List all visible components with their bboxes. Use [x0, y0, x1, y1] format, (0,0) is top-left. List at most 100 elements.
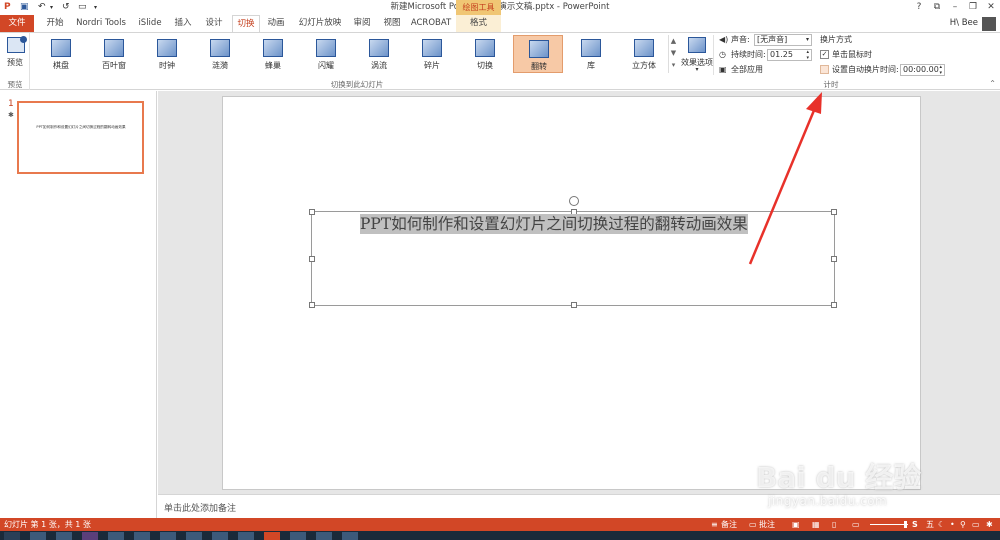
taskbar-app[interactable] [290, 532, 306, 540]
zoom-slider[interactable] [870, 524, 908, 525]
slideshow-icon[interactable]: ▭ [852, 519, 860, 530]
comments-icon[interactable]: ▭ [749, 519, 757, 530]
gallery-scroll[interactable]: ▲ ▼ ▾ [668, 35, 678, 73]
spinner-icon[interactable]: ▴ ▾ [806, 49, 809, 61]
ime-mode-icon[interactable]: 五 [926, 519, 934, 530]
ime-moon-icon[interactable]: ☾ [938, 519, 945, 530]
taskbar-app[interactable] [82, 532, 98, 540]
taskbar-powerpoint[interactable] [264, 532, 280, 540]
auto-advance-checkbox[interactable] [820, 65, 829, 74]
tab-animations[interactable]: 动画 [262, 15, 290, 32]
transition-8[interactable]: 切换 [460, 35, 510, 73]
transition-7[interactable]: 碎片 [407, 35, 457, 73]
taskbar-app[interactable] [56, 532, 72, 540]
transition-label: 蜂巢 [265, 61, 281, 70]
normal-view-icon[interactable]: ▣ [792, 519, 800, 530]
transition-0[interactable]: 棋盘 [36, 35, 86, 73]
slide-canvas[interactable]: PPT如何制作和设置幻灯片之间切换过程的翻转动画效果 [222, 96, 921, 490]
tab-view[interactable]: 视图 [378, 15, 406, 32]
resize-handle[interactable] [831, 302, 837, 308]
apply-all-button[interactable]: 全部应用 [731, 64, 763, 76]
user-name[interactable]: H\ Bee [950, 15, 978, 32]
taskbar-app[interactable] [134, 532, 150, 540]
avatar[interactable] [982, 17, 996, 31]
transition-label: 闪耀 [318, 61, 334, 70]
on-click-checkbox[interactable]: ✓ [820, 50, 829, 59]
resize-handle[interactable] [831, 256, 837, 262]
transition-1[interactable]: 百叶窗 [89, 35, 139, 73]
taskbar-app[interactable] [212, 532, 228, 540]
transition-9[interactable]: 翻转 [513, 35, 563, 73]
help-button[interactable]: ? [912, 2, 926, 13]
tab-slideshow[interactable]: 幻灯片放映 [294, 15, 346, 32]
slide-thumbnail[interactable]: PPT如何制作和设置幻灯片之间切换过程的翻转动画效果 [17, 101, 144, 174]
notes-icon[interactable]: ≡ [711, 519, 718, 530]
ribbon-display-button[interactable]: ⧉ [930, 2, 944, 13]
resize-handle[interactable] [309, 209, 315, 215]
resize-handle[interactable] [309, 302, 315, 308]
sound-select[interactable]: [无声音] ▾ [754, 34, 812, 46]
tab-acrobat[interactable]: ACROBAT [408, 15, 454, 32]
slide-sorter-icon[interactable]: ▦ [812, 519, 820, 530]
preview-icon[interactable] [7, 36, 27, 53]
taskbar-app[interactable] [342, 532, 358, 540]
watermark-url: jingyan.baidu.com [768, 494, 888, 508]
taskbar-app[interactable] [160, 532, 176, 540]
maximize-button[interactable]: ❐ [966, 2, 980, 13]
input-method-icon[interactable]: S [912, 519, 918, 530]
sound-value: [无声音] [757, 35, 788, 44]
zoom-knob[interactable] [904, 521, 907, 528]
transition-star-icon: ✱ [8, 111, 14, 119]
taskbar-app[interactable] [30, 532, 46, 540]
preview-button-label[interactable]: 预览 [0, 57, 30, 68]
title-textbox[interactable]: PPT如何制作和设置幻灯片之间切换过程的翻转动画效果 [309, 196, 837, 308]
transition-preview-icon [104, 39, 124, 57]
tab-islide[interactable]: iSlide [134, 15, 166, 32]
transition-4[interactable]: 蜂巢 [248, 35, 298, 73]
transition-3[interactable]: 涟漪 [195, 35, 245, 73]
tab-file[interactable]: 文件 [0, 15, 34, 32]
collapse-ribbon-icon[interactable]: ⌃ [989, 79, 996, 88]
tab-transitions[interactable]: 切换 [232, 15, 260, 32]
transition-5[interactable]: 闪耀 [301, 35, 351, 73]
transition-2[interactable]: 时钟 [142, 35, 192, 73]
transition-preview-icon [263, 39, 283, 57]
auto-advance-input[interactable]: 00:00.00 ▴ ▾ [900, 64, 945, 76]
ime-mic-icon[interactable]: ⚲ [960, 519, 966, 530]
slide-title-text[interactable]: PPT如何制作和设置幻灯片之间切换过程的翻转动画效果 [360, 214, 748, 234]
taskbar-app[interactable] [238, 532, 254, 540]
tab-nordri-tools[interactable]: Nordri Tools [74, 15, 128, 32]
notes-placeholder[interactable]: 单击此处添加备注 [164, 501, 236, 514]
spinner-icon[interactable]: ▴ ▾ [939, 64, 942, 76]
duration-input[interactable]: 01.25 ▴ ▾ [767, 49, 812, 61]
effect-options-button[interactable]: 效果选项 ▾ [680, 35, 714, 75]
ime-keyboard-icon[interactable]: ▭ [972, 519, 980, 530]
gallery-more-icon[interactable]: ▾ [669, 59, 678, 71]
gallery-down-icon[interactable]: ▼ [669, 47, 678, 59]
rotate-handle-icon[interactable] [569, 196, 579, 206]
taskbar-app[interactable] [108, 532, 124, 540]
tab-format[interactable]: 格式 [456, 15, 501, 32]
tab-review[interactable]: 审阅 [348, 15, 376, 32]
minimize-button[interactable]: – [948, 2, 962, 13]
tab-home[interactable]: 开始 [40, 15, 70, 32]
resize-handle[interactable] [309, 256, 315, 262]
close-button[interactable]: ✕ [984, 2, 998, 13]
taskbar-app[interactable] [186, 532, 202, 540]
transition-10[interactable]: 库 [566, 35, 616, 73]
resize-handle[interactable] [831, 209, 837, 215]
preview-group-label: 预览 [7, 80, 23, 89]
tab-design[interactable]: 设计 [200, 15, 228, 32]
ime-settings-icon[interactable]: ✱ [986, 519, 993, 530]
start-button[interactable] [4, 532, 20, 540]
resize-handle[interactable] [571, 302, 577, 308]
transition-6[interactable]: 涡流 [354, 35, 404, 73]
comments-button[interactable]: 批注 [759, 519, 775, 530]
gallery-up-icon[interactable]: ▲ [669, 35, 678, 47]
notes-button[interactable]: 备注 [721, 519, 737, 530]
taskbar-app[interactable] [316, 532, 332, 540]
reading-view-icon[interactable]: ▯ [832, 519, 836, 530]
tab-insert[interactable]: 插入 [170, 15, 196, 32]
ime-punct-icon[interactable]: • [950, 519, 955, 530]
transition-11[interactable]: 立方体 [619, 35, 669, 73]
